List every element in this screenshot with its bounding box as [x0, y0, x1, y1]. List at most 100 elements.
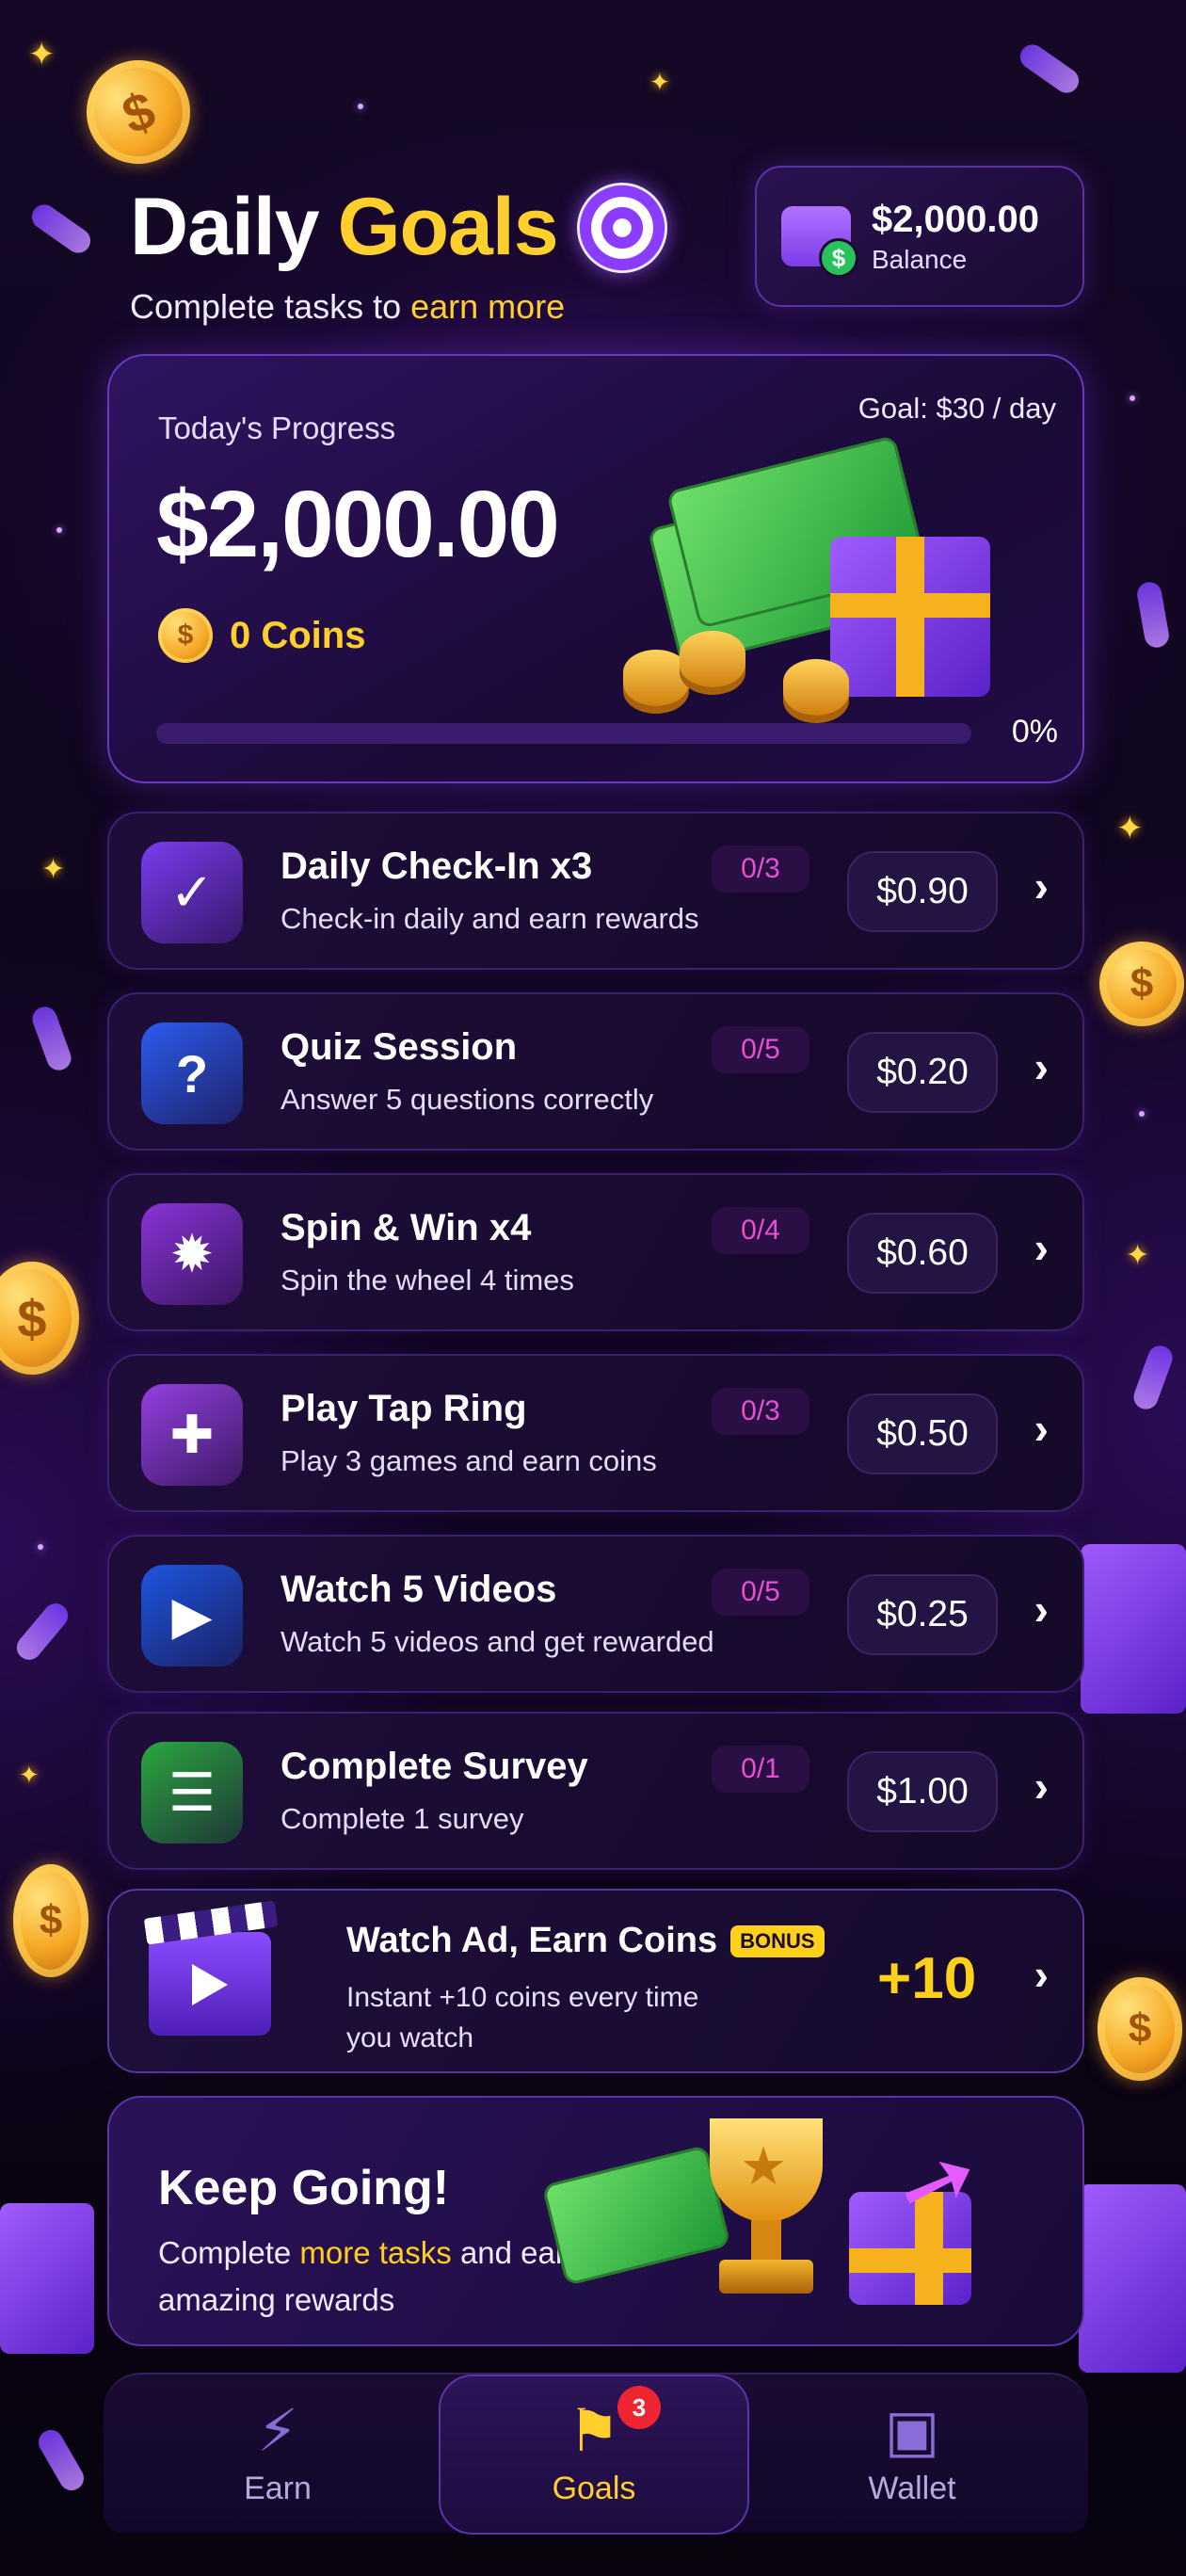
progress-amount: $2,000.00: [156, 472, 560, 577]
coin-decoration: $: [13, 1864, 88, 1977]
ad-reward: +10: [877, 1946, 977, 2011]
sparkle-icon: ✦: [1126, 1240, 1150, 1271]
nav-label-goals: Goals: [552, 2470, 636, 2506]
sparkle-icon: ✦: [1116, 811, 1144, 846]
task-progress-badge: 0/1: [712, 1746, 809, 1793]
sparkle-dot: [1139, 1111, 1145, 1117]
task-description: Check-in daily and earn rewards: [280, 902, 699, 935]
trophy-icon: ★: [691, 2118, 841, 2297]
nav-item-wallet[interactable]: ▣ Wallet: [757, 2375, 1067, 2535]
sparkle-icon: ✦: [649, 68, 670, 96]
task-progress-badge: 0/5: [712, 1569, 809, 1616]
chevron-right-icon: ›: [1034, 1042, 1049, 1091]
keep-going-banner: Keep Going! Complete more tasks and earn…: [107, 2096, 1084, 2346]
clapperboard-icon: [149, 1932, 271, 2036]
task-card[interactable]: ▶ Watch 5 Videos Watch 5 videos and get re…: [107, 1535, 1084, 1693]
wallet-icon: $: [781, 206, 858, 278]
sparkle-dot: [1130, 395, 1135, 401]
task-title: Quiz Session: [280, 1026, 518, 1068]
progress-bar: [156, 723, 971, 744]
sparkle-dot: [38, 1544, 43, 1550]
nav-label-wallet: Wallet: [868, 2470, 956, 2506]
task-card[interactable]: ☰ Complete Survey Complete 1 survey 0/1 $1.0…: [107, 1712, 1084, 1870]
nav-item-goals[interactable]: ⚑ 3 Goals: [439, 2375, 749, 2535]
task-description: Answer 5 questions correctly: [280, 1083, 654, 1116]
task-reward: $1.00: [847, 1751, 998, 1832]
balance-card[interactable]: $ $2,000.00 Balance: [755, 166, 1084, 307]
task-description: Watch 5 videos and get rewarded: [280, 1625, 714, 1658]
keep-going-title: Keep Going!: [158, 2161, 450, 2215]
task-card[interactable]: ✚ Play Tap Ring Play 3 games and earn coin…: [107, 1354, 1084, 1512]
task-progress-badge: 0/3: [712, 1388, 809, 1435]
ad-title: Watch Ad, Earn Coins: [346, 1921, 718, 1960]
coin-icon: $: [158, 608, 213, 663]
header: Daily Goals Complete tasks to earn more: [130, 181, 667, 327]
gift-decoration: [1079, 2184, 1186, 2373]
subtitle-highlight: earn more: [410, 287, 566, 326]
task-title: Watch 5 Videos: [280, 1569, 557, 1610]
task-title: Play Tap Ring: [280, 1388, 527, 1429]
coin-decoration: $: [1099, 942, 1184, 1026]
task-title: Daily Check-In x3: [280, 845, 593, 887]
play-video-icon: ▶: [141, 1565, 243, 1666]
task-description: Play 3 games and earn coins: [280, 1444, 657, 1477]
gamepad-icon: ✚: [141, 1384, 243, 1486]
task-description: Complete 1 survey: [280, 1802, 524, 1835]
dollar-icon: $: [819, 238, 858, 278]
flag-icon: ⚑: [568, 2398, 620, 2464]
chevron-right-icon: ›: [1034, 861, 1049, 910]
calendar-check-icon: ✓: [141, 842, 243, 943]
task-reward: $0.50: [847, 1393, 998, 1474]
task-card[interactable]: ✹ Spin & Win x4 Spin the wheel 4 times 0/4 $…: [107, 1173, 1084, 1331]
page-title: Daily Goals: [130, 181, 667, 274]
title-word-daily: Daily: [130, 182, 320, 272]
page-subtitle: Complete tasks to earn more: [130, 287, 667, 327]
coin-stack-icon: [783, 659, 849, 716]
sparkle-icon: ✦: [28, 37, 56, 72]
task-reward: $0.25: [847, 1574, 998, 1655]
watch-ad-card[interactable]: Watch Ad, Earn Coins BONUS Instant +10 c…: [107, 1889, 1084, 2073]
chevron-right-icon: ›: [1034, 1223, 1049, 1272]
clipboard-icon: ☰: [141, 1742, 243, 1843]
task-progress-badge: 0/3: [712, 845, 809, 893]
task-card[interactable]: ✓ Daily Check-In x3 Check-in daily and ear…: [107, 812, 1084, 970]
task-progress-badge: 0/5: [712, 1026, 809, 1073]
nav-label-earn: Earn: [244, 2470, 312, 2506]
coins-count: $ 0 Coins: [158, 608, 365, 663]
coins-text: 0 Coins: [230, 614, 366, 656]
coin-decoration: $: [1098, 1977, 1182, 2081]
progress-percent: 0%: [1011, 714, 1058, 749]
ad-description: Instant +10 coins every time you watch: [346, 1982, 699, 2053]
task-progress-badge: 0/4: [712, 1207, 809, 1254]
lightning-icon: ⚡: [257, 2398, 298, 2464]
title-word-goals: Goals: [337, 182, 559, 272]
task-reward: $0.90: [847, 851, 998, 932]
notification-badge: 3: [617, 2386, 661, 2429]
coin-stack-icon: [680, 631, 745, 687]
gift-decoration: [1081, 1544, 1186, 1714]
chevron-right-icon: ›: [1034, 1404, 1049, 1453]
balance-label: Balance: [872, 244, 968, 274]
daily-goal-text: Goal: $30 / day: [857, 392, 1056, 425]
target-icon: [576, 182, 667, 273]
spin-wheel-icon: ✹: [141, 1203, 243, 1305]
keep-desc-highlight: more tasks: [299, 2235, 452, 2270]
keep-desc-text: Complete: [158, 2235, 300, 2270]
task-reward: $0.60: [847, 1213, 998, 1294]
nav-item-earn[interactable]: ⚡ Earn: [122, 2375, 433, 2535]
money-gift-illustration: [623, 433, 1000, 716]
subtitle-text: Complete tasks to: [130, 287, 411, 326]
bonus-badge: BONUS: [730, 1924, 825, 1957]
chevron-right-icon: ›: [1034, 1762, 1049, 1811]
task-title: Complete Survey: [280, 1746, 588, 1787]
chevron-right-icon: ›: [1034, 1585, 1049, 1634]
task-card[interactable]: ? Quiz Session Answer 5 questions correctl…: [107, 992, 1084, 1151]
question-icon: ?: [141, 1022, 243, 1124]
task-description: Spin the wheel 4 times: [280, 1264, 574, 1296]
sparkle-icon: ✦: [41, 854, 66, 885]
gift-icon: [830, 537, 990, 697]
task-title: Spin & Win x4: [280, 1207, 532, 1248]
ad-title-row: Watch Ad, Earn Coins BONUS: [346, 1921, 825, 1961]
balance-amount: $2,000.00: [872, 198, 1039, 240]
keep-going-description: Complete more tasks and earn amazing rew…: [158, 2230, 591, 2324]
